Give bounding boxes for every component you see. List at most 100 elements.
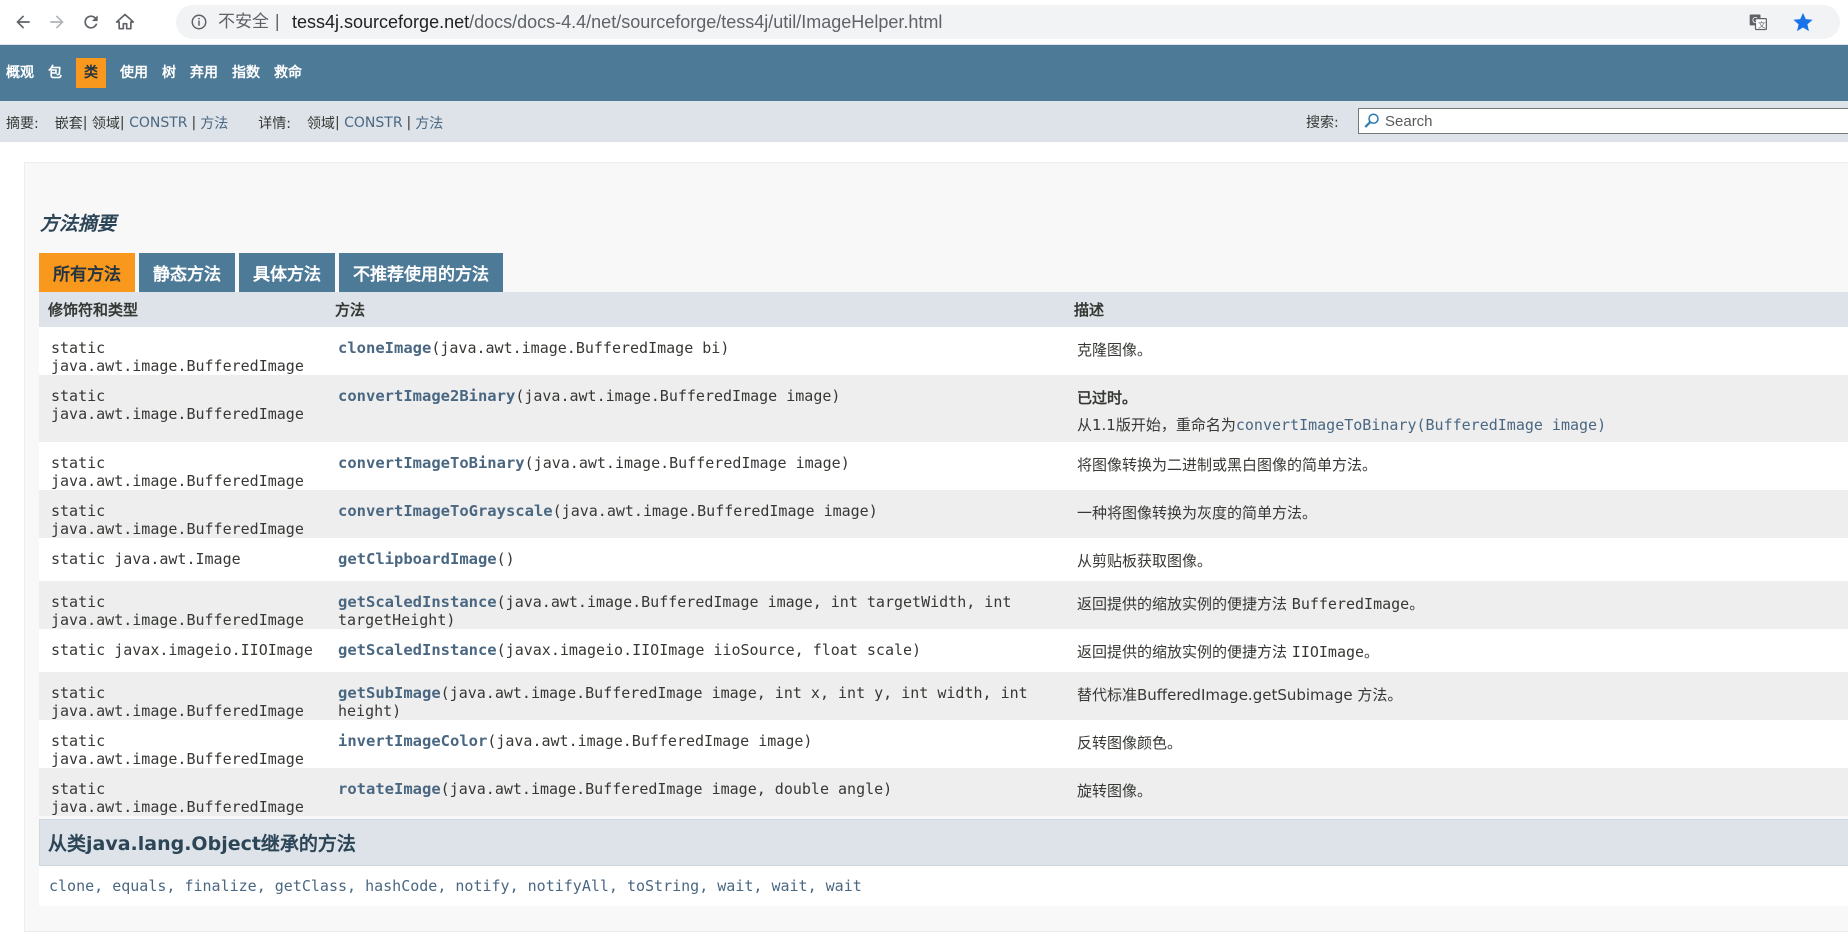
summary-constr-link[interactable]: CONSTR bbox=[129, 115, 187, 131]
nav-tree[interactable]: 树 bbox=[162, 58, 176, 88]
method-params: (java.awt.image.BufferedImage image) bbox=[524, 454, 850, 472]
return-type: static java.awt.image.BufferedImage bbox=[39, 720, 326, 768]
return-type: static java.awt.image.BufferedImage bbox=[39, 375, 326, 442]
method-description: 将图像转换为二进制或黑白图像的简单方法。 bbox=[1065, 442, 1848, 490]
home-icon bbox=[115, 13, 135, 30]
header-method: 方法 bbox=[326, 292, 1065, 327]
table-row: static java.awt.image.BufferedImage inve… bbox=[39, 720, 1848, 768]
bookmark-star-icon[interactable] bbox=[1792, 11, 1814, 33]
return-type: static java.awt.image.BufferedImage bbox=[39, 442, 326, 490]
table-row: static java.awt.Image getClipboardImage(… bbox=[39, 538, 1848, 581]
return-type: static java.awt.image.BufferedImage bbox=[39, 490, 326, 538]
method-link[interactable]: cloneImage bbox=[338, 339, 431, 357]
nav-package[interactable]: 包 bbox=[48, 58, 62, 88]
method-params: (java.awt.image.BufferedImage image) bbox=[552, 502, 878, 520]
reload-icon bbox=[84, 15, 98, 29]
search-icon bbox=[1364, 113, 1379, 128]
sub-navbar: 摘要: 嵌套 | 领域 | CONSTR | 方法 详情: 领域 | CONSTR |… bbox=[0, 101, 1848, 142]
table-header-row: 修饰符和类型 方法 描述 bbox=[39, 292, 1848, 327]
return-type: static java.awt.image.BufferedImage bbox=[39, 581, 326, 629]
method-description: 替代标准BufferedImage.getSubimage 方法。 bbox=[1065, 672, 1848, 720]
method-link[interactable]: convertImageToBinary bbox=[338, 454, 525, 472]
method-params: (javax.imageio.IIOImage iioSource, float… bbox=[496, 641, 922, 659]
summary-label: 摘要: bbox=[6, 116, 39, 132]
return-type: static javax.imageio.IIOImage bbox=[39, 629, 326, 672]
tab-static-methods[interactable]: 静态方法 bbox=[139, 253, 235, 292]
arrow-right-icon bbox=[50, 15, 64, 29]
table-row: static java.awt.image.BufferedImage conv… bbox=[39, 442, 1848, 490]
table-row: static java.awt.image.BufferedImage clon… bbox=[39, 327, 1848, 375]
method-link[interactable]: invertImageColor bbox=[338, 732, 487, 750]
detail-field: 领域 bbox=[306, 116, 335, 132]
method-summary-title: 方法摘要 bbox=[40, 213, 117, 235]
method-description: 返回提供的缩放实例的便捷方法 BufferedImage。 bbox=[1065, 581, 1848, 629]
detail-label: 详情: bbox=[258, 116, 291, 132]
table-row: static java.awt.image.BufferedImage rota… bbox=[39, 768, 1848, 816]
method-params: (java.awt.image.BufferedImage bi) bbox=[431, 339, 730, 357]
method-params: (java.awt.image.BufferedImage image) bbox=[515, 387, 841, 405]
back-button[interactable] bbox=[9, 8, 37, 36]
url-text[interactable]: tess4j.sourceforge.net/docs/docs-4.4/net… bbox=[292, 11, 942, 33]
method-description: 克隆图像。 bbox=[1065, 327, 1848, 375]
inherited-method-links[interactable]: clone, equals, finalize, getClass, hashC… bbox=[49, 877, 862, 895]
nav-deprecated[interactable]: 弃用 bbox=[190, 58, 218, 88]
address-bar[interactable]: 不安全 | tess4j.sourceforge.net/docs/docs-4… bbox=[176, 5, 1840, 39]
nav-help[interactable]: 救命 bbox=[274, 58, 302, 88]
tab-concrete-methods[interactable]: 具体方法 bbox=[239, 253, 335, 292]
nav-class: 类 bbox=[76, 58, 106, 88]
browser-toolbar: 不安全 | tess4j.sourceforge.net/docs/docs-4… bbox=[0, 0, 1848, 45]
deprecated-label: 已过时。 bbox=[1077, 389, 1138, 407]
method-params: (java.awt.image.BufferedImage image) bbox=[487, 732, 813, 750]
header-description: 描述 bbox=[1065, 292, 1848, 327]
method-description: 已过时。 从1.1版开始，重命名为convertImageToBinary(Bu… bbox=[1065, 375, 1848, 442]
method-description: 反转图像颜色。 bbox=[1065, 720, 1848, 768]
method-link[interactable]: rotateImage bbox=[338, 780, 441, 798]
arrow-left-icon bbox=[16, 15, 30, 29]
return-type: static java.awt.image.BufferedImage bbox=[39, 672, 326, 720]
return-type: static java.awt.image.BufferedImage bbox=[39, 768, 326, 816]
top-navbar: 概观 包 类 使用 树 弃用 指数 救命 bbox=[0, 45, 1848, 101]
search-box[interactable] bbox=[1358, 108, 1848, 134]
return-type: static java.awt.image.BufferedImage bbox=[39, 327, 326, 375]
detail-constr-link[interactable]: CONSTR bbox=[344, 115, 402, 131]
header-modifier-type: 修饰符和类型 bbox=[39, 292, 326, 327]
detail-method-link[interactable]: 方法 bbox=[415, 113, 443, 133]
method-link[interactable]: getScaledInstance bbox=[338, 593, 497, 611]
nav-index[interactable]: 指数 bbox=[232, 58, 260, 88]
svg-text:文: 文 bbox=[1758, 19, 1766, 29]
type-ref: IIOImage bbox=[1291, 643, 1365, 661]
nav-use[interactable]: 使用 bbox=[120, 58, 148, 88]
method-params: () bbox=[496, 550, 515, 568]
forward-button[interactable] bbox=[43, 8, 71, 36]
method-link[interactable]: convertImageToGrayscale bbox=[338, 502, 553, 520]
security-label: 不安全 | bbox=[218, 12, 281, 32]
method-description: 返回提供的缩放实例的便捷方法 IIOImage。 bbox=[1065, 629, 1848, 672]
tab-all-methods[interactable]: 所有方法 bbox=[39, 253, 135, 292]
home-button[interactable] bbox=[111, 8, 139, 36]
inherited-methods-list: clone, equals, finalize, getClass, hashC… bbox=[39, 866, 1848, 906]
method-description: 从剪贴板获取图像。 bbox=[1065, 538, 1848, 581]
table-row: static java.awt.image.BufferedImage conv… bbox=[39, 375, 1848, 442]
method-tabs: 所有方法 静态方法 具体方法 不推荐使用的方法 bbox=[39, 253, 507, 292]
search-input[interactable] bbox=[1385, 112, 1825, 130]
nav-overview[interactable]: 概观 bbox=[6, 58, 34, 88]
summary-method-link[interactable]: 方法 bbox=[200, 113, 228, 133]
method-summary-table: 修饰符和类型 方法 描述 static java.awt.image.Buffe… bbox=[39, 292, 1848, 816]
method-link[interactable]: getSubImage bbox=[338, 684, 441, 702]
method-link[interactable]: getClipboardImage bbox=[338, 550, 497, 568]
method-link[interactable]: getScaledInstance bbox=[338, 641, 497, 659]
info-icon[interactable] bbox=[190, 13, 208, 31]
deprecated-note: 从1.1版开始，重命名为 bbox=[1077, 416, 1236, 434]
replacement-method-link[interactable]: convertImageToBinary(BufferedImage image… bbox=[1236, 416, 1606, 434]
method-link[interactable]: convertImage2Binary bbox=[338, 387, 515, 405]
translate-icon[interactable]: G文 bbox=[1748, 12, 1768, 32]
method-params: (java.awt.image.BufferedImage image, int… bbox=[338, 684, 1028, 720]
summary-nested: 嵌套 bbox=[54, 116, 83, 132]
tab-deprecated-methods[interactable]: 不推荐使用的方法 bbox=[339, 253, 503, 292]
table-row: static javax.imageio.IIOImage getScaledI… bbox=[39, 629, 1848, 672]
method-params: (java.awt.image.BufferedImage image, dou… bbox=[440, 780, 893, 798]
search-label: 搜索: bbox=[1306, 115, 1339, 131]
reload-button[interactable] bbox=[77, 8, 105, 36]
table-row: static java.awt.image.BufferedImage conv… bbox=[39, 490, 1848, 538]
inherited-methods-title: 从类java.lang.Object继承的方法 bbox=[39, 819, 1848, 866]
